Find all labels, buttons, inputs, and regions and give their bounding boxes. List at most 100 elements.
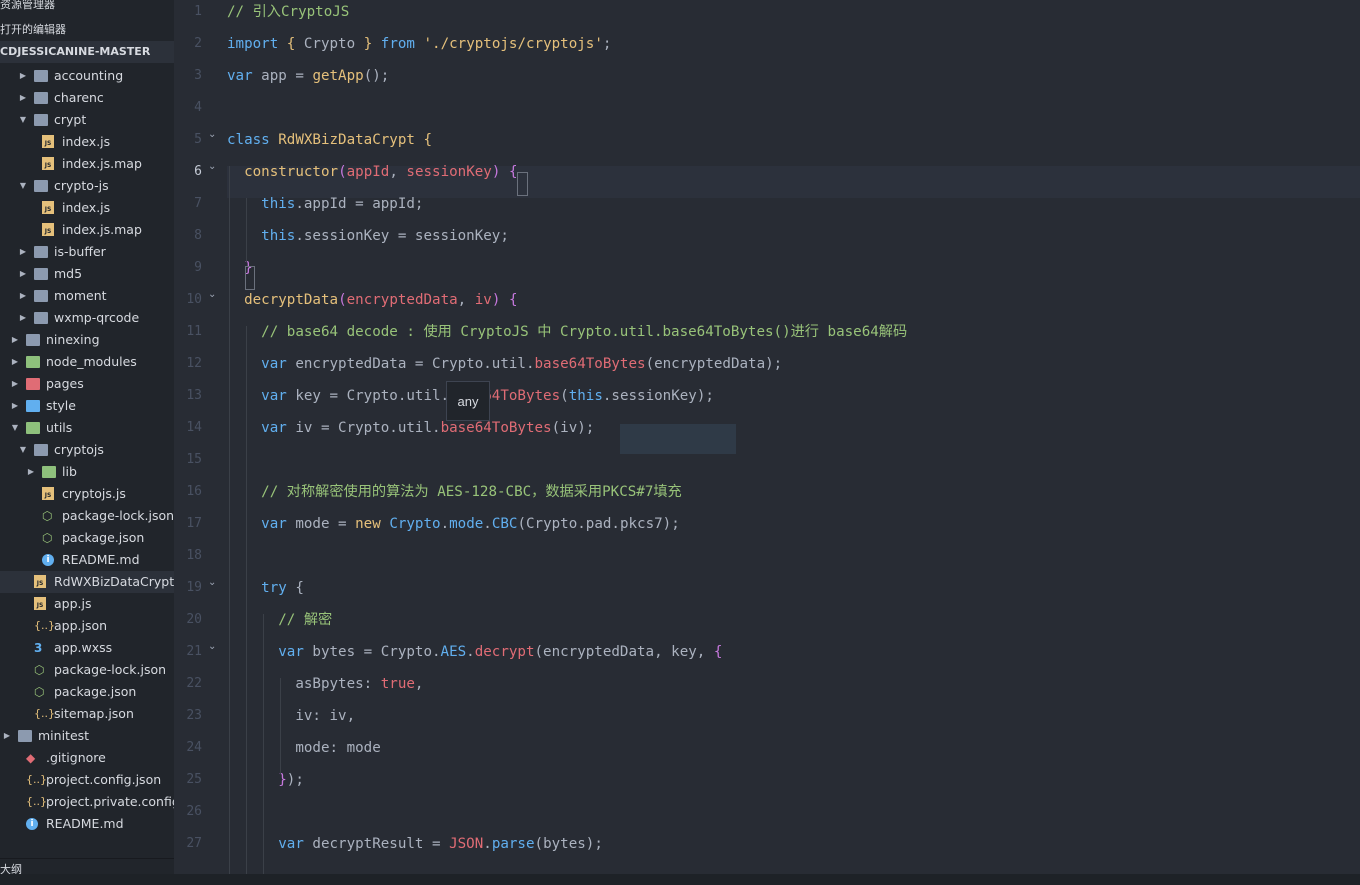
code-token: (); — [363, 68, 390, 84]
chevron-right-icon[interactable]: ▶ — [18, 65, 28, 87]
tree-item-label: wxmp-qrcode — [54, 310, 140, 325]
code-line[interactable]: class RdWXBizDataCrypt { — [227, 118, 432, 150]
tree-item-label: app.json — [54, 618, 108, 633]
code-line[interactable]: mode: mode — [227, 726, 380, 758]
tree-item[interactable]: ▶ minitest — [0, 725, 174, 747]
folder-icon — [42, 466, 56, 478]
tree-item[interactable]: {..} app.json — [0, 615, 174, 637]
tree-item[interactable]: ⬡ package-lock.json — [0, 505, 174, 527]
tree-item[interactable]: ▶ lib — [0, 461, 174, 483]
tree-item[interactable]: ▶ style — [0, 395, 174, 417]
code-line[interactable]: // 对称解密使用的算法为 AES-128-CBC，数据采用PKCS#7填充 — [227, 470, 682, 502]
tree-item[interactable]: ▼ crypt — [0, 109, 174, 131]
tree-item[interactable]: ▶ md5 — [0, 263, 174, 285]
fold-chevron-icon[interactable]: ⌄ — [208, 569, 216, 601]
code-line[interactable]: // 解密 — [227, 598, 332, 630]
tree-item[interactable]: ⬡ package.json — [0, 527, 174, 549]
code-line[interactable]: // base64 decode : 使用 CryptoJS 中 Crypto.… — [227, 310, 907, 342]
code-token: } — [363, 36, 381, 52]
line-number: 25 — [186, 772, 202, 787]
open-editors-header[interactable]: 打开的编辑器 — [0, 19, 66, 41]
tree-item[interactable]: ▶ pages — [0, 373, 174, 395]
fold-chevron-icon[interactable]: ⌄ — [208, 633, 216, 665]
code-token: decryptResult = — [312, 836, 450, 852]
indent-guide — [229, 166, 230, 875]
tree-item[interactable]: ▼ utils — [0, 417, 174, 439]
code-editor[interactable]: 1 2 3 4 5 ⌄ 6 ⌄ 7 8 9 10 ⌄ 11 12 13 14 15 16 17 18 19 ⌄ 20 21 ⌄ 22… — [174, 0, 1360, 885]
tree-item[interactable]: ▶ node_modules — [0, 351, 174, 373]
chevron-down-icon[interactable]: ▼ — [18, 439, 28, 461]
tree-item[interactable]: ▼ crypto-js — [0, 175, 174, 197]
fold-chevron-icon[interactable]: ⌄ — [208, 121, 216, 153]
chevron-right-icon[interactable]: ▶ — [10, 329, 20, 351]
tree-item[interactable]: {..} sitemap.json — [0, 703, 174, 725]
chevron-right-icon[interactable]: ▶ — [18, 263, 28, 285]
tree-item[interactable]: ⬡ package-lock.json — [0, 659, 174, 681]
tree-item[interactable]: 3 app.wxss — [0, 637, 174, 659]
chevron-right-icon[interactable]: ▶ — [18, 307, 28, 329]
code-line[interactable]: this.sessionKey = sessionKey; — [227, 214, 509, 246]
tree-item[interactable]: ◆ .gitignore — [0, 747, 174, 769]
tree-item[interactable]: ▶ is-buffer — [0, 241, 174, 263]
tree-item[interactable]: ▼ cryptojs — [0, 439, 174, 461]
code-token: class — [227, 132, 279, 148]
tree-item[interactable]: JS index.js — [0, 197, 174, 219]
code-token: // base64 decode : 使用 CryptoJS 中 Crypto.… — [261, 324, 908, 340]
tree-item-label: project.config.json — [46, 772, 162, 787]
tree-item[interactable]: ▶ ninexing — [0, 329, 174, 351]
chevron-right-icon[interactable]: ▶ — [18, 285, 28, 307]
code-line[interactable]: var decryptResult = JSON.parse(bytes); — [227, 822, 603, 854]
tree-item[interactable]: ▶ wxmp-qrcode — [0, 307, 174, 329]
chevron-down-icon[interactable]: ▼ — [18, 175, 28, 197]
tree-item[interactable]: i README.md — [0, 813, 174, 835]
tree-item[interactable]: ▶ moment — [0, 285, 174, 307]
code-token: getApp — [312, 68, 364, 84]
code-line[interactable]: this.appId = appId; — [227, 182, 423, 214]
tree-item[interactable]: ⬡ package.json — [0, 681, 174, 703]
tree-item[interactable]: ▶ accounting — [0, 65, 174, 87]
more-actions-icon[interactable]: ··· — [140, 0, 151, 6]
fold-chevron-icon[interactable]: ⌄ — [208, 153, 216, 185]
code-line[interactable]: decryptData(encryptedData, iv) { — [227, 278, 517, 310]
tree-item[interactable]: ▶ charenc — [0, 87, 174, 109]
code-line[interactable]: }); — [227, 758, 304, 790]
code-line[interactable]: import { Crypto } from './cryptojs/crypt… — [227, 22, 611, 54]
chevron-right-icon[interactable]: ▶ — [10, 373, 20, 395]
tree-item[interactable]: JS index.js.map — [0, 219, 174, 241]
tree-item[interactable]: JS RdWXBizDataCrypt.js — [0, 571, 174, 593]
workspace-root-header[interactable]: CDJESSICANINE-MASTER — [0, 41, 174, 63]
line-number: 19 — [186, 580, 202, 595]
fold-chevron-icon[interactable]: ⌄ — [208, 281, 216, 313]
chevron-right-icon[interactable]: ▶ — [10, 351, 20, 373]
chevron-right-icon[interactable]: ▶ — [18, 241, 28, 263]
chevron-down-icon[interactable]: ▼ — [10, 417, 20, 439]
code-line[interactable]: var mode = new Crypto.mode.CBC(Crypto.pa… — [227, 502, 680, 534]
tree-item[interactable]: {..} project.config.json — [0, 769, 174, 791]
js-file-icon: JS — [42, 135, 54, 148]
tree-item[interactable]: JS index.js — [0, 131, 174, 153]
tree-item[interactable]: i README.md — [0, 549, 174, 571]
code-line[interactable]: asBpytes: true, — [227, 662, 423, 694]
chevron-right-icon[interactable]: ▶ — [2, 725, 12, 747]
code-token: var — [278, 836, 313, 852]
code-line[interactable]: var encryptedData = Crypto.util.base64To… — [227, 342, 782, 374]
chevron-down-icon[interactable]: ▼ — [18, 109, 28, 131]
tree-item[interactable]: JS index.js.map — [0, 153, 174, 175]
chevron-right-icon[interactable]: ▶ — [18, 87, 28, 109]
code-line[interactable]: constructor(appId, sessionKey) { — [227, 150, 517, 182]
code-line[interactable]: // 引入CryptoJS — [227, 0, 349, 22]
file-tree: ▶ accounting ▶ charenc ▼ crypt JS index.js JS ind… — [0, 65, 174, 835]
code-line[interactable]: var app = getApp(); — [227, 54, 389, 86]
tree-item[interactable]: JS app.js — [0, 593, 174, 615]
tree-item-label: README.md — [46, 816, 124, 831]
code-line[interactable]: var bytes = Crypto.AES.decrypt(encrypted… — [227, 630, 722, 662]
code-line[interactable]: var iv = Crypto.util.base64ToBytes(iv); — [227, 406, 594, 438]
code-line[interactable]: try { — [227, 566, 304, 598]
tree-item[interactable]: JS cryptojs.js — [0, 483, 174, 505]
code-token: AES — [440, 644, 467, 660]
tree-item[interactable]: {..}project.private.config.js... — [0, 791, 174, 813]
chevron-right-icon[interactable]: ▶ — [26, 461, 36, 483]
code-token: ; — [602, 36, 612, 52]
chevron-right-icon[interactable]: ▶ — [10, 395, 20, 417]
